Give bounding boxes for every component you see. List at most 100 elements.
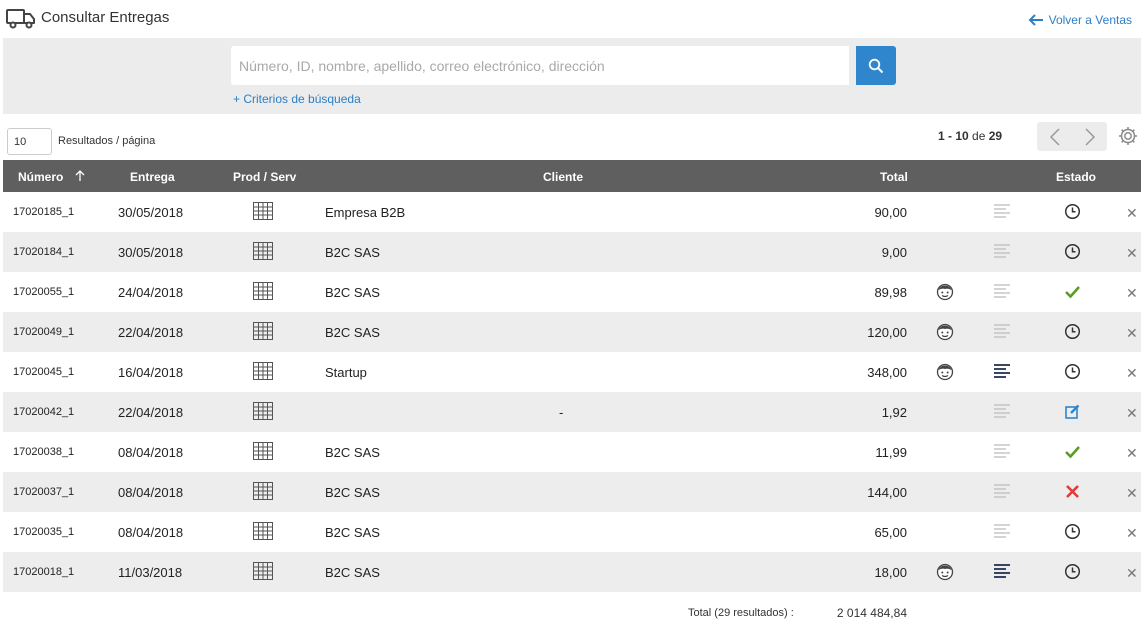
pagination-total: 29 xyxy=(988,129,1003,143)
lines-icon[interactable] xyxy=(993,443,1011,462)
row-number[interactable]: 17020185_1 xyxy=(13,206,74,218)
row-total: 1,92 xyxy=(881,405,907,420)
face-icon[interactable] xyxy=(936,563,954,584)
row-number[interactable]: 17020184_1 xyxy=(13,246,74,258)
column-number-label: Número xyxy=(18,170,64,184)
column-prod[interactable]: Prod / Serv xyxy=(233,170,296,184)
total-value: 2 014 484,84 xyxy=(836,606,907,620)
grid-icon[interactable] xyxy=(252,201,274,224)
table-row[interactable]: 17020037_1 08/04/2018 B2C SAS 144,00 ✕ xyxy=(3,472,1141,512)
row-number[interactable]: 17020018_1 xyxy=(13,566,74,578)
row-total: 348,00 xyxy=(867,365,907,380)
grid-icon[interactable] xyxy=(252,401,274,424)
face-icon[interactable] xyxy=(936,283,954,304)
table-row[interactable]: 17020185_1 30/05/2018 Empresa B2B 90,00 ✕ xyxy=(3,192,1141,232)
lines-icon[interactable] xyxy=(993,283,1011,302)
back-to-sales-link[interactable]: Volver a Ventas xyxy=(1028,13,1132,27)
table-row[interactable]: 17020184_1 30/05/2018 B2C SAS 9,00 ✕ xyxy=(3,232,1141,272)
face-icon[interactable] xyxy=(936,323,954,344)
row-number[interactable]: 17020045_1 xyxy=(13,366,74,378)
clock-icon[interactable] xyxy=(1064,203,1081,223)
column-status[interactable]: Estado xyxy=(1056,170,1096,184)
row-client: - xyxy=(559,405,564,420)
grid-icon[interactable] xyxy=(252,321,274,344)
close-icon[interactable]: ✕ xyxy=(1126,245,1138,262)
lines-icon[interactable] xyxy=(993,483,1011,502)
pagination-of: de xyxy=(972,129,986,143)
grid-icon[interactable] xyxy=(252,481,274,504)
column-delivery[interactable]: Entrega xyxy=(130,170,175,184)
table-row[interactable]: 17020042_1 22/04/2018 - 1,92 ✕ xyxy=(3,392,1141,432)
gear-icon[interactable] xyxy=(1117,125,1139,152)
lines-icon[interactable] xyxy=(993,323,1011,342)
table-row[interactable]: 17020038_1 08/04/2018 B2C SAS 11,99 ✕ xyxy=(3,432,1141,472)
face-icon[interactable] xyxy=(936,363,954,384)
search-button[interactable] xyxy=(856,46,896,85)
lines-icon[interactable] xyxy=(993,363,1011,382)
top-bar: Consultar Entregas Volver a Ventas xyxy=(0,0,1144,38)
table-row[interactable]: 17020055_1 24/04/2018 B2C SAS 89,98 ✕ xyxy=(3,272,1141,312)
clock-icon[interactable] xyxy=(1064,563,1081,583)
row-client: B2C SAS xyxy=(325,565,380,580)
prev-page-button[interactable] xyxy=(1037,122,1072,151)
search-icon xyxy=(868,58,884,73)
table-row[interactable]: 17020035_1 08/04/2018 B2C SAS 65,00 ✕ xyxy=(3,512,1141,552)
results-per-page-input[interactable] xyxy=(7,128,52,155)
row-total: 9,00 xyxy=(881,245,907,260)
lines-icon[interactable] xyxy=(993,203,1011,222)
grid-icon[interactable] xyxy=(252,521,274,544)
row-number[interactable]: 17020049_1 xyxy=(13,326,74,338)
grid-icon[interactable] xyxy=(252,281,274,304)
back-link-label: Volver a Ventas xyxy=(1048,13,1132,27)
lines-icon[interactable] xyxy=(993,403,1011,422)
chevron-right-icon xyxy=(1084,127,1095,146)
close-icon[interactable]: ✕ xyxy=(1126,445,1138,462)
row-total: 120,00 xyxy=(867,325,907,340)
close-icon[interactable]: ✕ xyxy=(1126,565,1138,582)
check-icon[interactable] xyxy=(1064,443,1081,463)
row-number[interactable]: 17020038_1 xyxy=(13,446,74,458)
row-client: B2C SAS xyxy=(325,485,380,500)
column-total[interactable]: Total xyxy=(880,170,908,184)
row-total: 90,00 xyxy=(874,205,907,220)
check-icon[interactable] xyxy=(1064,283,1081,303)
close-icon[interactable]: ✕ xyxy=(1126,285,1138,302)
close-icon[interactable]: ✕ xyxy=(1126,205,1138,222)
search-input[interactable] xyxy=(231,46,849,85)
table-row[interactable]: 17020018_1 11/03/2018 B2C SAS 18,00 ✕ xyxy=(3,552,1141,592)
lines-icon[interactable] xyxy=(993,523,1011,542)
close-icon[interactable]: ✕ xyxy=(1126,325,1138,342)
column-number[interactable]: Número xyxy=(18,170,85,184)
grid-icon[interactable] xyxy=(252,561,274,584)
next-page-button[interactable] xyxy=(1072,122,1107,151)
clock-icon[interactable] xyxy=(1064,363,1081,383)
row-number[interactable]: 17020055_1 xyxy=(13,286,74,298)
close-icon[interactable]: ✕ xyxy=(1126,485,1138,502)
row-delivery-date: 30/05/2018 xyxy=(118,205,184,220)
row-number[interactable]: 17020037_1 xyxy=(13,486,74,498)
row-total: 89,98 xyxy=(874,285,907,300)
edit-icon[interactable] xyxy=(1064,403,1081,423)
clock-icon[interactable] xyxy=(1064,523,1081,543)
clock-icon[interactable] xyxy=(1064,243,1081,263)
close-icon[interactable]: ✕ xyxy=(1126,405,1138,422)
grid-icon[interactable] xyxy=(252,241,274,264)
row-client: Empresa B2B xyxy=(325,205,406,220)
close-icon[interactable]: ✕ xyxy=(1126,365,1138,382)
row-number[interactable]: 17020035_1 xyxy=(13,526,74,538)
column-client[interactable]: Cliente xyxy=(543,170,583,184)
row-number[interactable]: 17020042_1 xyxy=(13,406,74,418)
grid-icon[interactable] xyxy=(252,441,274,464)
clock-icon[interactable] xyxy=(1064,323,1081,343)
row-delivery-date: 08/04/2018 xyxy=(118,525,184,540)
lines-icon[interactable] xyxy=(993,243,1011,262)
grid-icon[interactable] xyxy=(252,361,274,384)
search-criteria-link[interactable]: + Criterios de búsqueda xyxy=(233,92,361,106)
row-delivery-date: 30/05/2018 xyxy=(118,245,184,260)
close-icon[interactable]: ✕ xyxy=(1126,525,1138,542)
table-row[interactable]: 17020045_1 16/04/2018 Startup 348,00 ✕ xyxy=(3,352,1141,392)
lines-icon[interactable] xyxy=(993,563,1011,582)
table-row[interactable]: 17020049_1 22/04/2018 B2C SAS 120,00 ✕ xyxy=(3,312,1141,352)
x-icon[interactable] xyxy=(1064,483,1081,503)
row-total: 65,00 xyxy=(874,525,907,540)
